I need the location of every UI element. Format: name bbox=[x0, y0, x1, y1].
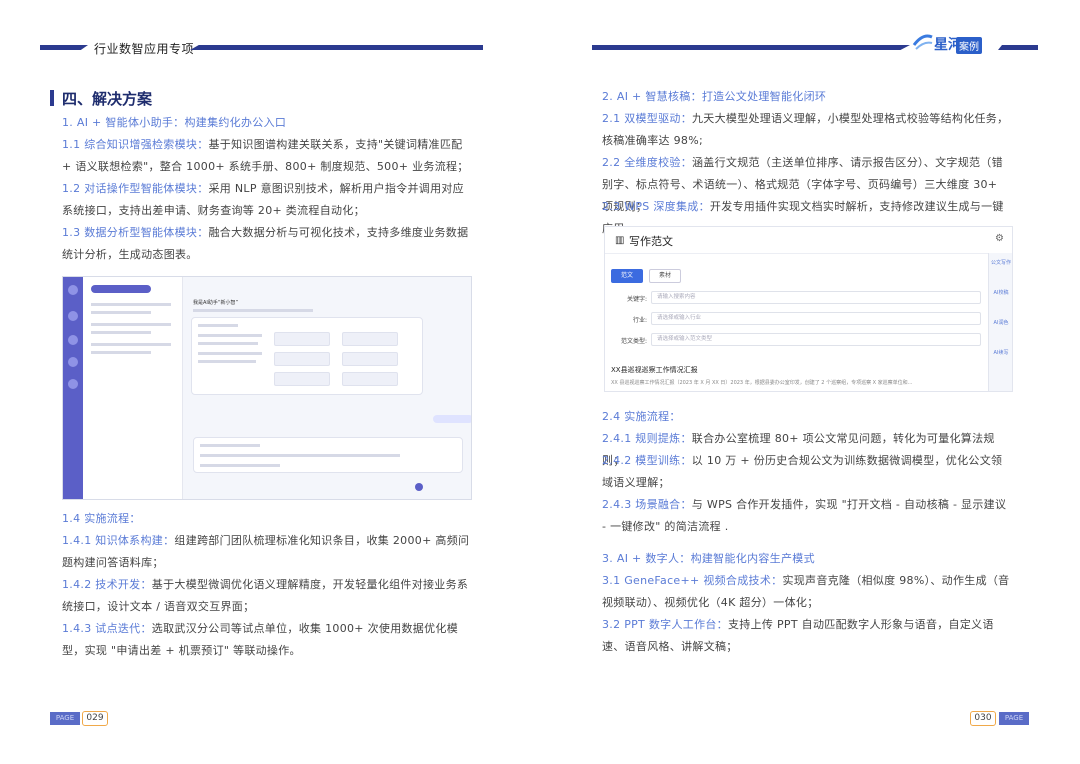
ai-assistant-screenshot: 我是AI助手“新小智” bbox=[62, 276, 472, 500]
paragraph: 1.3 数据分析型智能体模块：融合大数据分析与可视化技术，支持多维度业务数据统计… bbox=[62, 226, 469, 261]
chat-main: 我是AI助手“新小智” bbox=[183, 277, 471, 499]
paragraph: 1. AI + 智能体小助手：构建集约化办公入口 bbox=[62, 116, 287, 129]
paragraph: 2. AI + 智慧核稿：打造公文处理智能化闭环 bbox=[602, 90, 827, 103]
header-accent-bar bbox=[190, 45, 483, 50]
assistant-title: 我是AI助手“新小智” bbox=[193, 300, 239, 306]
paragraph: 2.4 实施流程： bbox=[602, 410, 681, 423]
paragraph: 3.2 PPT 数字人工作台：支持上传 PPT 自动匹配数字人形象与语音，自定义… bbox=[602, 618, 994, 653]
avatar bbox=[68, 285, 78, 295]
reply-card bbox=[193, 437, 463, 473]
logo-swoosh-icon bbox=[912, 34, 933, 50]
nav-icon bbox=[68, 335, 78, 345]
page-badge: PAGE bbox=[50, 712, 80, 725]
logo-tag: 案例 bbox=[956, 37, 982, 54]
header-accent-bar bbox=[40, 45, 88, 50]
paragraph: 2.1 双模型驱动：九天大模型处理语义理解，小模型处理格式校验等结构化任务，核稿… bbox=[602, 112, 1009, 147]
sidebar-item: AI校稿 bbox=[993, 290, 1009, 296]
paragraph: 3.1 GeneFace++ 视频合成技术：实现声音克隆（相似度 98%）、动作… bbox=[602, 574, 1010, 609]
paragraph: 1.4.2 技术开发：基于大模型微调优化语义理解精度，开发轻量化组件对接业务系统… bbox=[62, 578, 469, 613]
send-icon bbox=[415, 483, 423, 491]
panel-title: 写作范文 bbox=[629, 235, 673, 248]
field-label: 行业: bbox=[632, 317, 647, 324]
page-number: 030 bbox=[970, 711, 996, 726]
writing-samples-screenshot: ▥ 写作范文 ⚙ 公文写作 AI校稿 AI润色 AI续写 范文 素材 关键字: … bbox=[604, 226, 1013, 392]
book-icon: ▥ bbox=[615, 235, 625, 246]
welcome-card bbox=[191, 317, 423, 395]
sidebar-item: AI润色 bbox=[993, 320, 1009, 326]
paragraph: 3. AI + 数字人：构建智能化内容生产模式 bbox=[602, 552, 815, 565]
header-accent-bar bbox=[592, 45, 910, 50]
left-page: 行业数智应用专项 四、解决方案 1. AI + 智能体小助手：构建集约化办公入口… bbox=[0, 0, 540, 764]
page-number: 029 bbox=[82, 711, 108, 726]
header-accent-bar bbox=[998, 45, 1038, 50]
paragraph: 1.4 实施流程： bbox=[62, 512, 141, 525]
type-field: 请选择或输入范文类型 bbox=[651, 333, 981, 346]
app-sidebar bbox=[63, 277, 83, 499]
paragraph: 1.4.1 知识体系构建：组建跨部门团队梳理标准化知识条目，收集 2000+ 高… bbox=[62, 534, 470, 569]
header-title: 行业数智应用专项 bbox=[94, 42, 195, 56]
nav-icon bbox=[68, 311, 78, 321]
industry-field: 请选择或输入行业 bbox=[651, 312, 981, 325]
sidebar-item: AI续写 bbox=[993, 350, 1009, 356]
paragraph: 1.2 对话操作型智能体模块：采用 NLP 意图识别技术，解析用户指令并调用对应… bbox=[62, 182, 464, 217]
user-message bbox=[433, 415, 471, 423]
tab-samples: 范文 bbox=[611, 269, 643, 283]
paragraph: 1.4.3 试点迭代：选取武汉分公司等试点单位，收集 1000+ 次使用数据优化… bbox=[62, 622, 458, 657]
brand-logo: 星河 案例 bbox=[912, 29, 992, 57]
doc-title: XX县巡视巡察工作情况汇报 bbox=[611, 366, 698, 374]
right-page: 星河 案例 2. AI + 智慧核稿：打造公文处理智能化闭环 2.1 双模型驱动… bbox=[540, 0, 1080, 764]
gear-icon: ⚙ bbox=[995, 233, 1004, 244]
section-marker bbox=[50, 90, 54, 106]
page-badge: PAGE bbox=[999, 712, 1029, 725]
tab-materials: 素材 bbox=[649, 269, 681, 283]
keyword-field: 请输入搜索内容 bbox=[651, 291, 981, 304]
section-title: 四、解决方案 bbox=[62, 90, 153, 108]
field-label: 关键字: bbox=[626, 296, 647, 303]
doc-preview: XX 县巡视巡察工作情况汇报（2023 年 X 月 XX 日）2023 年，根据… bbox=[611, 380, 913, 386]
conversation-list bbox=[83, 277, 183, 499]
divider bbox=[605, 253, 990, 254]
new-chat-button bbox=[91, 285, 151, 293]
paragraph: 2.4.3 场景融合：与 WPS 合作开发插件，实现 "打开文档 - 自动核稿 … bbox=[602, 498, 1007, 533]
paragraph: 1.1 综合知识增强检索模块：基于知识图谱构建关联关系，支持"关键词精准匹配 +… bbox=[62, 138, 469, 173]
tool-sidebar: 公文写作 AI校稿 AI润色 AI续写 bbox=[988, 253, 1012, 391]
nav-icon bbox=[68, 379, 78, 389]
field-label: 范文类型: bbox=[620, 338, 647, 345]
nav-icon bbox=[68, 357, 78, 367]
sidebar-item: 公文写作 bbox=[991, 260, 1012, 266]
paragraph: 2.4.2 模型训练：以 10 万 + 份历史合规公文为训练数据微调模型，优化公… bbox=[602, 454, 1003, 489]
